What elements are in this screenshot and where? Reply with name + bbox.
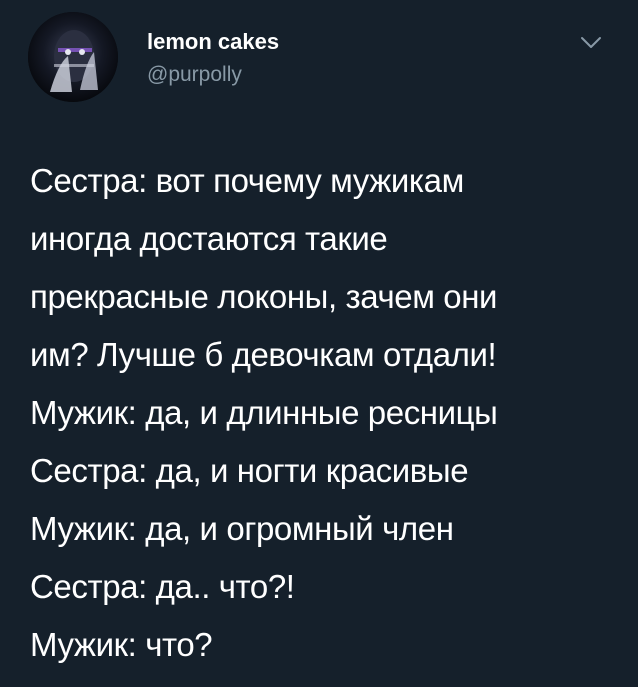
display-name[interactable]: lemon cakes	[147, 29, 279, 55]
tweet-text: Сестра: вот почему мужикам иногда достаю…	[30, 152, 630, 674]
tweet-text-line: Мужик: да, и длинные ресницы	[30, 394, 498, 431]
tweet-text-line: Сестра: да.. что?!	[30, 568, 295, 605]
tweet-menu-button[interactable]	[578, 32, 604, 52]
tweet-text-line: Сестра: вот почему мужикам	[30, 162, 464, 199]
user-handle[interactable]: @purpolly	[147, 62, 242, 88]
tweet-text-line: Мужик: что?	[30, 626, 213, 663]
tweet-text-line: Мужик: да, и огромный член	[30, 510, 454, 547]
avatar-photo-icon	[28, 12, 118, 102]
tweet-text-line: им? Лучше б девочкам отдали!	[30, 336, 497, 373]
tweet-text-line: иногда достаются такие	[30, 220, 388, 257]
tweet: lemon cakes @purpolly Сестра: вот почему…	[0, 0, 638, 687]
chevron-down-icon	[581, 37, 601, 48]
tweet-text-line: Сестра: да, и ногти красивые	[30, 452, 469, 489]
tweet-text-line: прекрасные локоны, зачем они	[30, 278, 498, 315]
avatar[interactable]	[28, 12, 118, 102]
